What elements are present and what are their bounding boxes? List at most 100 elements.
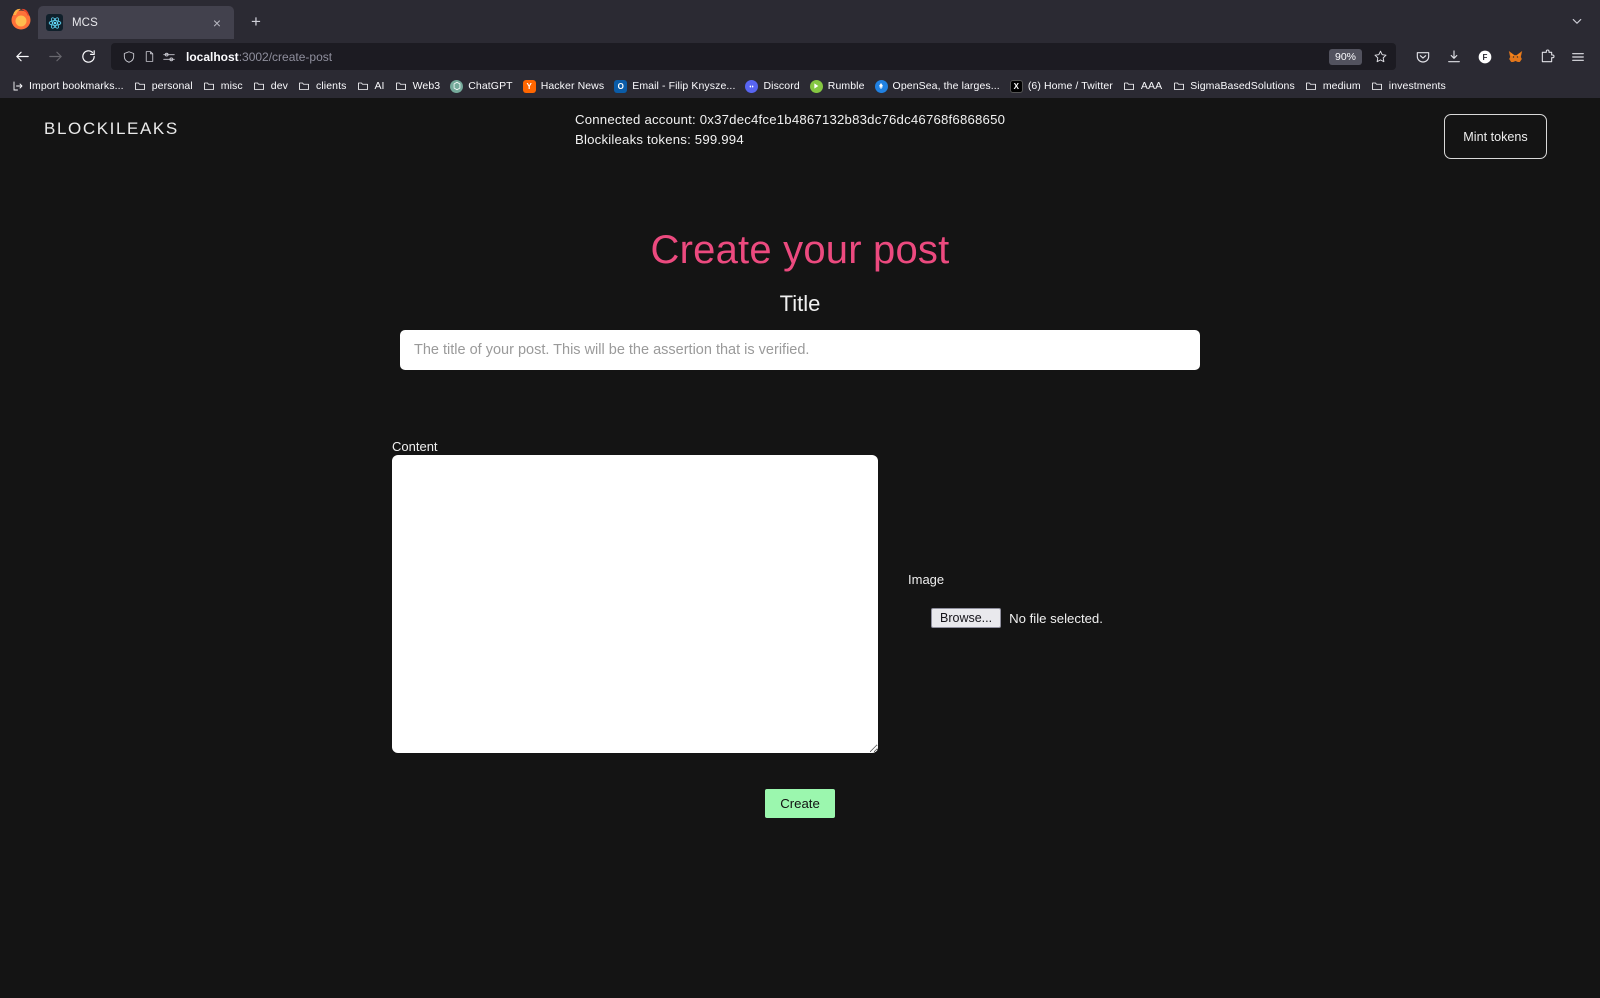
- bookmark-chatgpt[interactable]: ChatGPT: [445, 76, 517, 96]
- bookmark-dev[interactable]: dev: [248, 76, 293, 96]
- app-menu-icon[interactable]: [1562, 43, 1593, 71]
- bookmarks-bar: Import bookmarks... personal misc dev cl…: [0, 74, 1600, 98]
- create-post-button[interactable]: Create: [765, 789, 835, 818]
- bookmark-label: ChatGPT: [468, 80, 513, 92]
- url-path: :3002/create-post: [238, 49, 333, 64]
- hackernews-icon: Y: [522, 79, 536, 93]
- account-info: Connected account: 0x37dec4fce1b4867132b…: [575, 110, 1005, 149]
- bookmark-label: medium: [1322, 80, 1361, 92]
- bookmark-medium[interactable]: medium: [1300, 76, 1366, 96]
- bookmark-label: dev: [270, 80, 288, 92]
- folder-icon: [1123, 80, 1136, 93]
- browser-tab[interactable]: MCS ×: [38, 6, 234, 39]
- bookmark-label: Web3: [412, 80, 441, 92]
- folder-icon: [253, 80, 266, 93]
- bookmark-label: Email - Filip Knysze...: [632, 80, 736, 92]
- image-field-label: Image: [908, 572, 945, 587]
- bookmark-label: investments: [1388, 80, 1446, 92]
- title-field-label: Title: [779, 291, 821, 316]
- tab-title: MCS: [72, 16, 98, 29]
- image-file-input[interactable]: Browse... No file selected.: [931, 608, 1103, 628]
- bookmark-label: (6) Home / Twitter: [1027, 80, 1113, 92]
- page-content: BLOCKILEAKS Connected account: 0x37dec4f…: [0, 98, 1600, 998]
- pocket-icon[interactable]: [1407, 43, 1438, 71]
- twitter-x-icon: X: [1009, 79, 1023, 93]
- site-brand[interactable]: BLOCKILEAKS: [44, 119, 179, 139]
- bookmark-label: OpenSea, the larges...: [892, 80, 1000, 92]
- bookmark-discord[interactable]: Discord: [740, 76, 804, 96]
- bookmark-investments[interactable]: investments: [1366, 76, 1451, 96]
- back-button[interactable]: [7, 43, 37, 71]
- url-host: localhost: [186, 49, 239, 64]
- folder-icon: [1371, 80, 1384, 93]
- mint-tokens-button[interactable]: Mint tokens: [1444, 114, 1547, 159]
- new-tab-button[interactable]: +: [242, 8, 270, 36]
- folder-icon: [395, 80, 408, 93]
- bookmark-opensea[interactable]: OpenSea, the larges...: [870, 76, 1005, 96]
- import-icon: [11, 80, 24, 93]
- extensions-icon[interactable]: [1531, 43, 1562, 71]
- bookmark-clients[interactable]: clients: [293, 76, 351, 96]
- opensea-icon: [874, 79, 888, 93]
- bookmark-aaa[interactable]: AAA: [1118, 76, 1167, 96]
- reload-button[interactable]: [73, 43, 103, 71]
- firefox-logo-icon: [8, 5, 34, 35]
- bookmark-label: SigmaBasedSolutions: [1190, 80, 1295, 92]
- bookmark-label: clients: [315, 80, 347, 92]
- shield-icon[interactable]: [119, 47, 139, 67]
- navigation-toolbar: localhost:3002/create-post 90% F: [0, 39, 1600, 74]
- address-bar[interactable]: localhost:3002/create-post 90%: [111, 43, 1396, 70]
- content-field-label: Content: [392, 439, 438, 454]
- zoom-level-badge[interactable]: 90%: [1328, 48, 1362, 65]
- bookmark-star-icon[interactable]: [1368, 45, 1392, 69]
- folder-icon: [203, 80, 216, 93]
- bookmark-email[interactable]: O Email - Filip Knysze...: [609, 76, 740, 96]
- page-info-icon[interactable]: [139, 47, 159, 67]
- folder-icon: [1172, 80, 1185, 93]
- downloads-icon[interactable]: [1438, 43, 1469, 71]
- discord-icon: [745, 79, 759, 93]
- file-status-text: No file selected.: [1009, 610, 1103, 626]
- folder-icon: [134, 80, 147, 93]
- bookmark-label: AAA: [1140, 80, 1163, 92]
- browse-button[interactable]: Browse...: [931, 608, 1002, 628]
- create-post-form: Create your post Title Content Image Bro…: [0, 160, 1600, 818]
- bookmark-label: AI: [374, 80, 385, 92]
- list-all-tabs-icon[interactable]: [1562, 7, 1592, 35]
- folder-icon: [298, 80, 311, 93]
- react-atom-icon: [46, 14, 63, 31]
- bookmark-ai[interactable]: AI: [351, 76, 389, 96]
- bookmark-label: misc: [220, 80, 243, 92]
- permissions-icon[interactable]: [159, 47, 179, 67]
- connected-account-text: Connected account: 0x37dec4fce1b4867132b…: [575, 112, 1006, 127]
- close-icon[interactable]: ×: [208, 14, 226, 32]
- folder-icon: [356, 80, 369, 93]
- bookmark-label: Rumble: [827, 80, 865, 92]
- tab-strip: MCS × +: [0, 0, 1600, 39]
- bookmark-label: Hacker News: [540, 80, 605, 92]
- chatgpt-icon: [450, 79, 464, 93]
- bookmark-import[interactable]: Import bookmarks...: [6, 76, 129, 96]
- forward-button[interactable]: [40, 43, 70, 71]
- url-text[interactable]: localhost:3002/create-post: [186, 50, 1329, 64]
- bookmark-misc[interactable]: misc: [198, 76, 248, 96]
- bookmark-twitter[interactable]: X (6) Home / Twitter: [1005, 76, 1118, 96]
- bookmark-hacker-news[interactable]: Y Hacker News: [518, 76, 610, 96]
- toolbar-right: F: [1407, 43, 1593, 71]
- firefox-account-icon[interactable]: F: [1469, 43, 1500, 71]
- bookmark-web3[interactable]: Web3: [390, 76, 446, 96]
- svg-text:F: F: [1482, 53, 1487, 62]
- content-textarea[interactable]: [392, 455, 878, 753]
- outlook-icon: O: [614, 79, 628, 93]
- create-button-wrap: Create: [0, 789, 1600, 818]
- bookmark-personal[interactable]: personal: [129, 76, 198, 96]
- bookmark-label: personal: [151, 80, 193, 92]
- bookmark-rumble[interactable]: Rumble: [805, 76, 870, 96]
- token-balance-text: Blockileaks tokens: 599.994: [575, 131, 744, 147]
- bookmark-sigmabasedsolutions[interactable]: SigmaBasedSolutions: [1167, 76, 1300, 96]
- browser-window: MCS × + localhost:3002/create-post 90% F…: [0, 0, 1600, 998]
- site-header: BLOCKILEAKS Connected account: 0x37dec4f…: [0, 98, 1600, 160]
- metamask-icon[interactable]: [1500, 43, 1531, 71]
- rumble-icon: [809, 79, 823, 93]
- title-input[interactable]: [400, 330, 1200, 370]
